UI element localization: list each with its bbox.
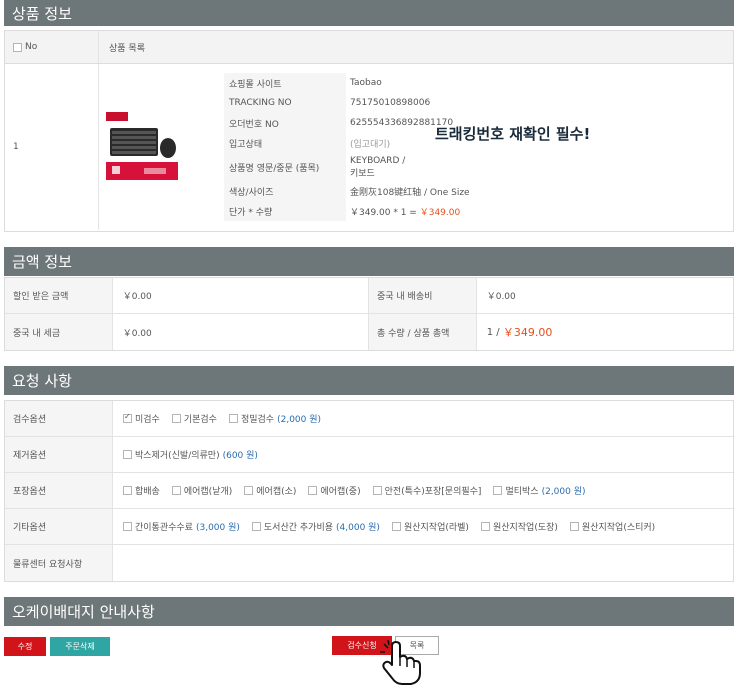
tracking-number-link[interactable]: 75175010898006 <box>346 98 430 108</box>
request-table: 검수옵션 미검수 기본검수 정밀검수(2,000 원) 제거옵션 박스제거(신발… <box>4 400 734 582</box>
total-label: 총 수량 / 상품 총액 <box>369 314 477 350</box>
checkbox[interactable] <box>123 486 132 495</box>
detail-label: 입고상태 <box>224 133 346 153</box>
discount-label: 할인 받은 금액 <box>5 278 113 313</box>
product-name-value: KEYBOARD / 키보드 <box>350 155 406 179</box>
row-label: 물류센터 요청사항 <box>5 545 113 581</box>
tracking-recheck-note: 트래킹번호 재확인 필수! <box>435 125 591 143</box>
china-shipping-label: 중국 내 배송비 <box>369 278 477 313</box>
col-list-label: 상품 목록 <box>109 43 145 54</box>
checkbox[interactable] <box>251 522 261 531</box>
color-size-value: 金刚灰108键红轴 / One Size <box>350 187 470 198</box>
checkbox[interactable] <box>123 522 132 531</box>
detail-label: 상품명 영문/중문 (품목) <box>224 153 346 181</box>
other-options-row: 기타옵션 간이통관수수료 (3,000 원) 도서산간 추가비용 (4,000 원)… <box>5 509 733 545</box>
request-section-header: 요청 사항 <box>4 366 734 395</box>
total-value: 1 / ￥349.00 <box>486 326 553 339</box>
checkbox[interactable] <box>244 486 254 495</box>
removal-options-row: 제거옵션 박스제거(신발/의류만) (600 원) <box>5 437 733 473</box>
checkbox[interactable] <box>569 522 579 531</box>
checkbox[interactable] <box>171 486 181 495</box>
warehouse-request-field[interactable] <box>113 545 123 581</box>
inspection-options-row: 검수옵션 미검수 기본검수 정밀검수(2,000 원) <box>5 401 733 437</box>
option-aircap-small[interactable]: 에어캡(소) <box>244 484 296 497</box>
row-number: 1 <box>13 142 19 152</box>
option-origin-stamp[interactable]: 원산지작업(도장) <box>480 520 558 533</box>
product-row: 1 쇼핑몰 사이트 Taobao TRACKING NO 7517501089800… <box>5 64 733 230</box>
option-safe-packing[interactable]: 안전(특수)포장[문의필수] <box>372 484 481 497</box>
checkbox[interactable] <box>480 522 490 531</box>
col-no-label: No <box>25 42 38 52</box>
option-detailed-inspection[interactable]: 정밀검수 (2,000 원) <box>228 412 321 425</box>
guide-section-title: 오케이배대지 안내사항 <box>12 603 155 621</box>
request-section-title: 요청 사항 <box>12 372 72 390</box>
product-table: No 상품 목록 1 쇼핑몰 사이트 Taobao TRACKING NO 75… <box>4 30 734 232</box>
edit-button[interactable]: 수정 <box>4 637 46 656</box>
checkbox[interactable] <box>372 486 382 495</box>
detail-label: 쇼핑몰 사이트 <box>224 73 346 93</box>
detail-label: 오더번호 NO <box>224 113 346 133</box>
guide-section-header: 오케이배대지 안내사항 <box>4 597 734 626</box>
product-table-header: No 상품 목록 <box>5 31 733 64</box>
option-no-inspection[interactable]: 미검수 <box>123 412 160 425</box>
product-details: 쇼핑몰 사이트 Taobao TRACKING NO 75175010898006 … <box>224 64 470 230</box>
row-label: 포장옵션 <box>5 473 113 508</box>
detail-label: TRACKING NO <box>224 93 346 113</box>
option-remote-area-fee[interactable]: 도서산간 추가비용 (4,000 원) <box>251 520 380 533</box>
china-shipping-value: ￥0.00 <box>486 292 516 302</box>
checkbox[interactable] <box>228 414 238 423</box>
detail-label: 단가 * 수량 <box>224 201 346 221</box>
product-section-header: 상품 정보 <box>4 0 734 26</box>
product-section-title: 상품 정보 <box>12 4 72 23</box>
option-box-removal[interactable]: 박스제거(신발/의류만) (600 원) <box>123 448 258 461</box>
discount-value: ￥0.00 <box>113 278 369 313</box>
warehouse-request-row: 물류센터 요청사항 <box>5 545 733 581</box>
product-image[interactable] <box>99 64 224 230</box>
option-origin-label[interactable]: 원산지작업(라벨) <box>391 520 469 533</box>
option-multibox[interactable]: 멀티박스 (2,000 원) <box>493 484 586 497</box>
unit-price-qty-value: ￥349.00 * 1 = ￥349.00 <box>350 207 461 218</box>
delete-order-button[interactable]: 주문삭제 <box>50 637 110 656</box>
checkbox[interactable] <box>123 412 132 423</box>
row-label: 기타옵션 <box>5 509 113 544</box>
keyboard-image-icon <box>106 112 178 180</box>
option-combined-shipping[interactable]: 합배송 <box>123 484 160 497</box>
row-label: 검수옵션 <box>5 401 113 436</box>
detail-label: 색상/사이즈 <box>224 181 346 201</box>
shop-site-value: Taobao <box>350 78 382 88</box>
checkbox[interactable] <box>308 486 318 495</box>
amount-section-header: 금액 정보 <box>4 247 734 276</box>
option-simple-customs-fee[interactable]: 간이통관수수료 (3,000 원) <box>123 520 240 533</box>
china-tax-label: 중국 내 세금 <box>5 314 113 350</box>
row-label: 제거옵션 <box>5 437 113 472</box>
option-origin-sticker[interactable]: 원산지작업(스티커) <box>569 520 655 533</box>
line-total: ￥349.00 <box>419 207 461 218</box>
pointing-hand-icon <box>380 640 421 685</box>
select-all-checkbox[interactable] <box>13 42 22 52</box>
option-basic-inspection[interactable]: 기본검수 <box>171 412 217 425</box>
amount-section-title: 금액 정보 <box>12 253 72 271</box>
inbound-status-value: (입고대기) <box>350 139 391 150</box>
total-amount: ￥349.00 <box>502 326 553 339</box>
packing-options-row: 포장옵션 합배송 에어캡(낱개) 에어캡(소) 에어캡(중) 안전(특수)포장[… <box>5 473 733 509</box>
amount-table: 할인 받은 금액 ￥0.00 중국 내 배송비 ￥0.00 중국 내 세금 ￥0… <box>4 277 734 351</box>
option-aircap-single[interactable]: 에어캡(낱개) <box>171 484 232 497</box>
checkbox[interactable] <box>171 414 181 423</box>
option-aircap-medium[interactable]: 에어캡(중) <box>308 484 361 497</box>
china-tax-value: ￥0.00 <box>113 314 369 350</box>
checkbox[interactable] <box>493 486 503 495</box>
checkbox[interactable] <box>123 450 132 459</box>
checkbox[interactable] <box>391 522 401 531</box>
